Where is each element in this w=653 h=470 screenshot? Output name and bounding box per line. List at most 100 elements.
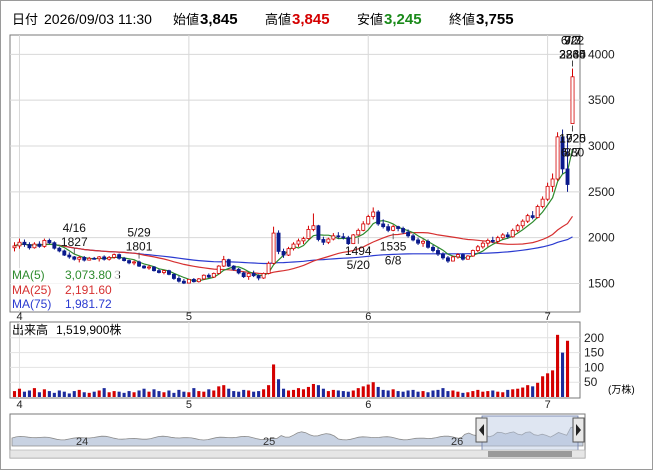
annotation-date: 8/7: [564, 146, 581, 160]
candle: [376, 210, 381, 226]
volume-bar: [506, 389, 510, 397]
volume-bar: [536, 382, 540, 397]
candle-body: [82, 256, 87, 261]
volume-bar: [217, 386, 221, 397]
volume-bar: [341, 391, 345, 397]
candle-body: [42, 240, 47, 247]
volume-month-label: 4: [16, 399, 22, 411]
volume-bar: [471, 391, 475, 397]
close-value: 3,755: [476, 11, 514, 28]
volume-bar: [501, 392, 505, 397]
volume-bar: [122, 392, 126, 397]
navigator-label-24: 24: [76, 436, 88, 448]
candle-body: [505, 234, 510, 238]
candle-body: [201, 274, 206, 280]
volume-bar: [371, 382, 375, 397]
navigator-right-handle[interactable]: [572, 417, 585, 443]
volume-bar: [152, 389, 156, 397]
volume-bar: [42, 389, 46, 397]
volume-month-label: 6: [365, 399, 371, 411]
volume-bar: [431, 390, 435, 397]
volume-bar: [277, 379, 281, 397]
candle-body: [246, 273, 251, 278]
candle-body: [62, 250, 67, 256]
volume-bar: [331, 389, 335, 397]
candle-body: [181, 280, 186, 284]
candle-body: [251, 273, 256, 277]
candle-body: [32, 243, 37, 249]
price-tick-label: 2500: [588, 185, 615, 199]
candle-body: [311, 225, 316, 230]
candle-body: [261, 273, 266, 279]
volume-bar: [157, 391, 161, 397]
annotation-date: 4/16: [63, 221, 87, 235]
volume-tick-label: 100: [584, 360, 604, 374]
candle: [211, 272, 216, 278]
candle-body: [117, 254, 122, 259]
candle-body: [480, 242, 485, 248]
volume-bar: [62, 391, 66, 397]
volume-bar: [351, 390, 355, 397]
stock-chart-svg: 日付 2026/09/03 11:30 始値 3,845 高値 3,845 安値…: [0, 0, 653, 470]
candle: [216, 265, 221, 275]
navigator-scrollbar-thumb[interactable]: [488, 451, 572, 457]
price-annotation: 14945/20: [345, 237, 372, 272]
candle: [186, 278, 191, 284]
candle: [465, 255, 470, 260]
navigator-left-handle[interactable]: [475, 417, 488, 443]
volume-bar: [551, 370, 555, 397]
low-label: 安値: [357, 12, 383, 27]
candle: [460, 253, 465, 261]
volume-bar: [162, 392, 166, 397]
candle-body: [87, 257, 92, 261]
candle-body: [441, 253, 445, 259]
candle-body: [271, 232, 276, 264]
date-label: 日付: [12, 12, 38, 27]
candle: [535, 204, 540, 219]
candle: [261, 272, 266, 279]
candle-body: [186, 278, 191, 284]
candle-body: [97, 256, 102, 260]
candle-body: [107, 256, 112, 260]
volume-bar: [247, 390, 251, 397]
volume-bar: [565, 340, 570, 397]
volume-bar: [77, 389, 81, 397]
volume-bar: [296, 388, 301, 397]
candle: [226, 258, 231, 267]
volume-bar: [257, 391, 261, 397]
volume-bar: [212, 390, 216, 397]
candle-body: [132, 261, 137, 264]
annotation-value: 1725: [559, 132, 586, 146]
candle-body: [162, 270, 166, 273]
volume-bar: [132, 392, 136, 397]
candle-body: [485, 240, 490, 244]
volume-bar: [486, 391, 490, 397]
annotation-value: 3845: [559, 48, 586, 62]
candle: [570, 68, 575, 124]
candle-body: [112, 254, 117, 258]
volume-bar: [242, 389, 246, 397]
candle-body: [331, 235, 336, 240]
annotation-value: 1535: [380, 239, 407, 253]
open-label: 始値: [173, 12, 199, 27]
candle-body: [157, 270, 161, 273]
volume-bar: [87, 392, 91, 397]
volume-bar: [207, 389, 211, 397]
candle-body: [540, 198, 545, 207]
volume-bar: [12, 391, 17, 397]
candle-body: [411, 235, 416, 241]
candle-body: [371, 211, 376, 217]
candle: [450, 256, 455, 262]
volume-bar: [386, 390, 390, 397]
candle-body: [366, 216, 371, 225]
ma5-value: 3,073.80: [65, 268, 112, 282]
volume-bar: [381, 389, 385, 397]
volume-tick-label: 200: [584, 331, 604, 345]
open-value: 3,845: [200, 11, 238, 28]
volume-bar: [560, 352, 565, 397]
volume-bar: [237, 391, 241, 397]
price-month-label: 6: [365, 311, 371, 323]
candle-body: [226, 259, 231, 267]
candle: [152, 266, 156, 272]
volume-bar: [47, 391, 51, 397]
